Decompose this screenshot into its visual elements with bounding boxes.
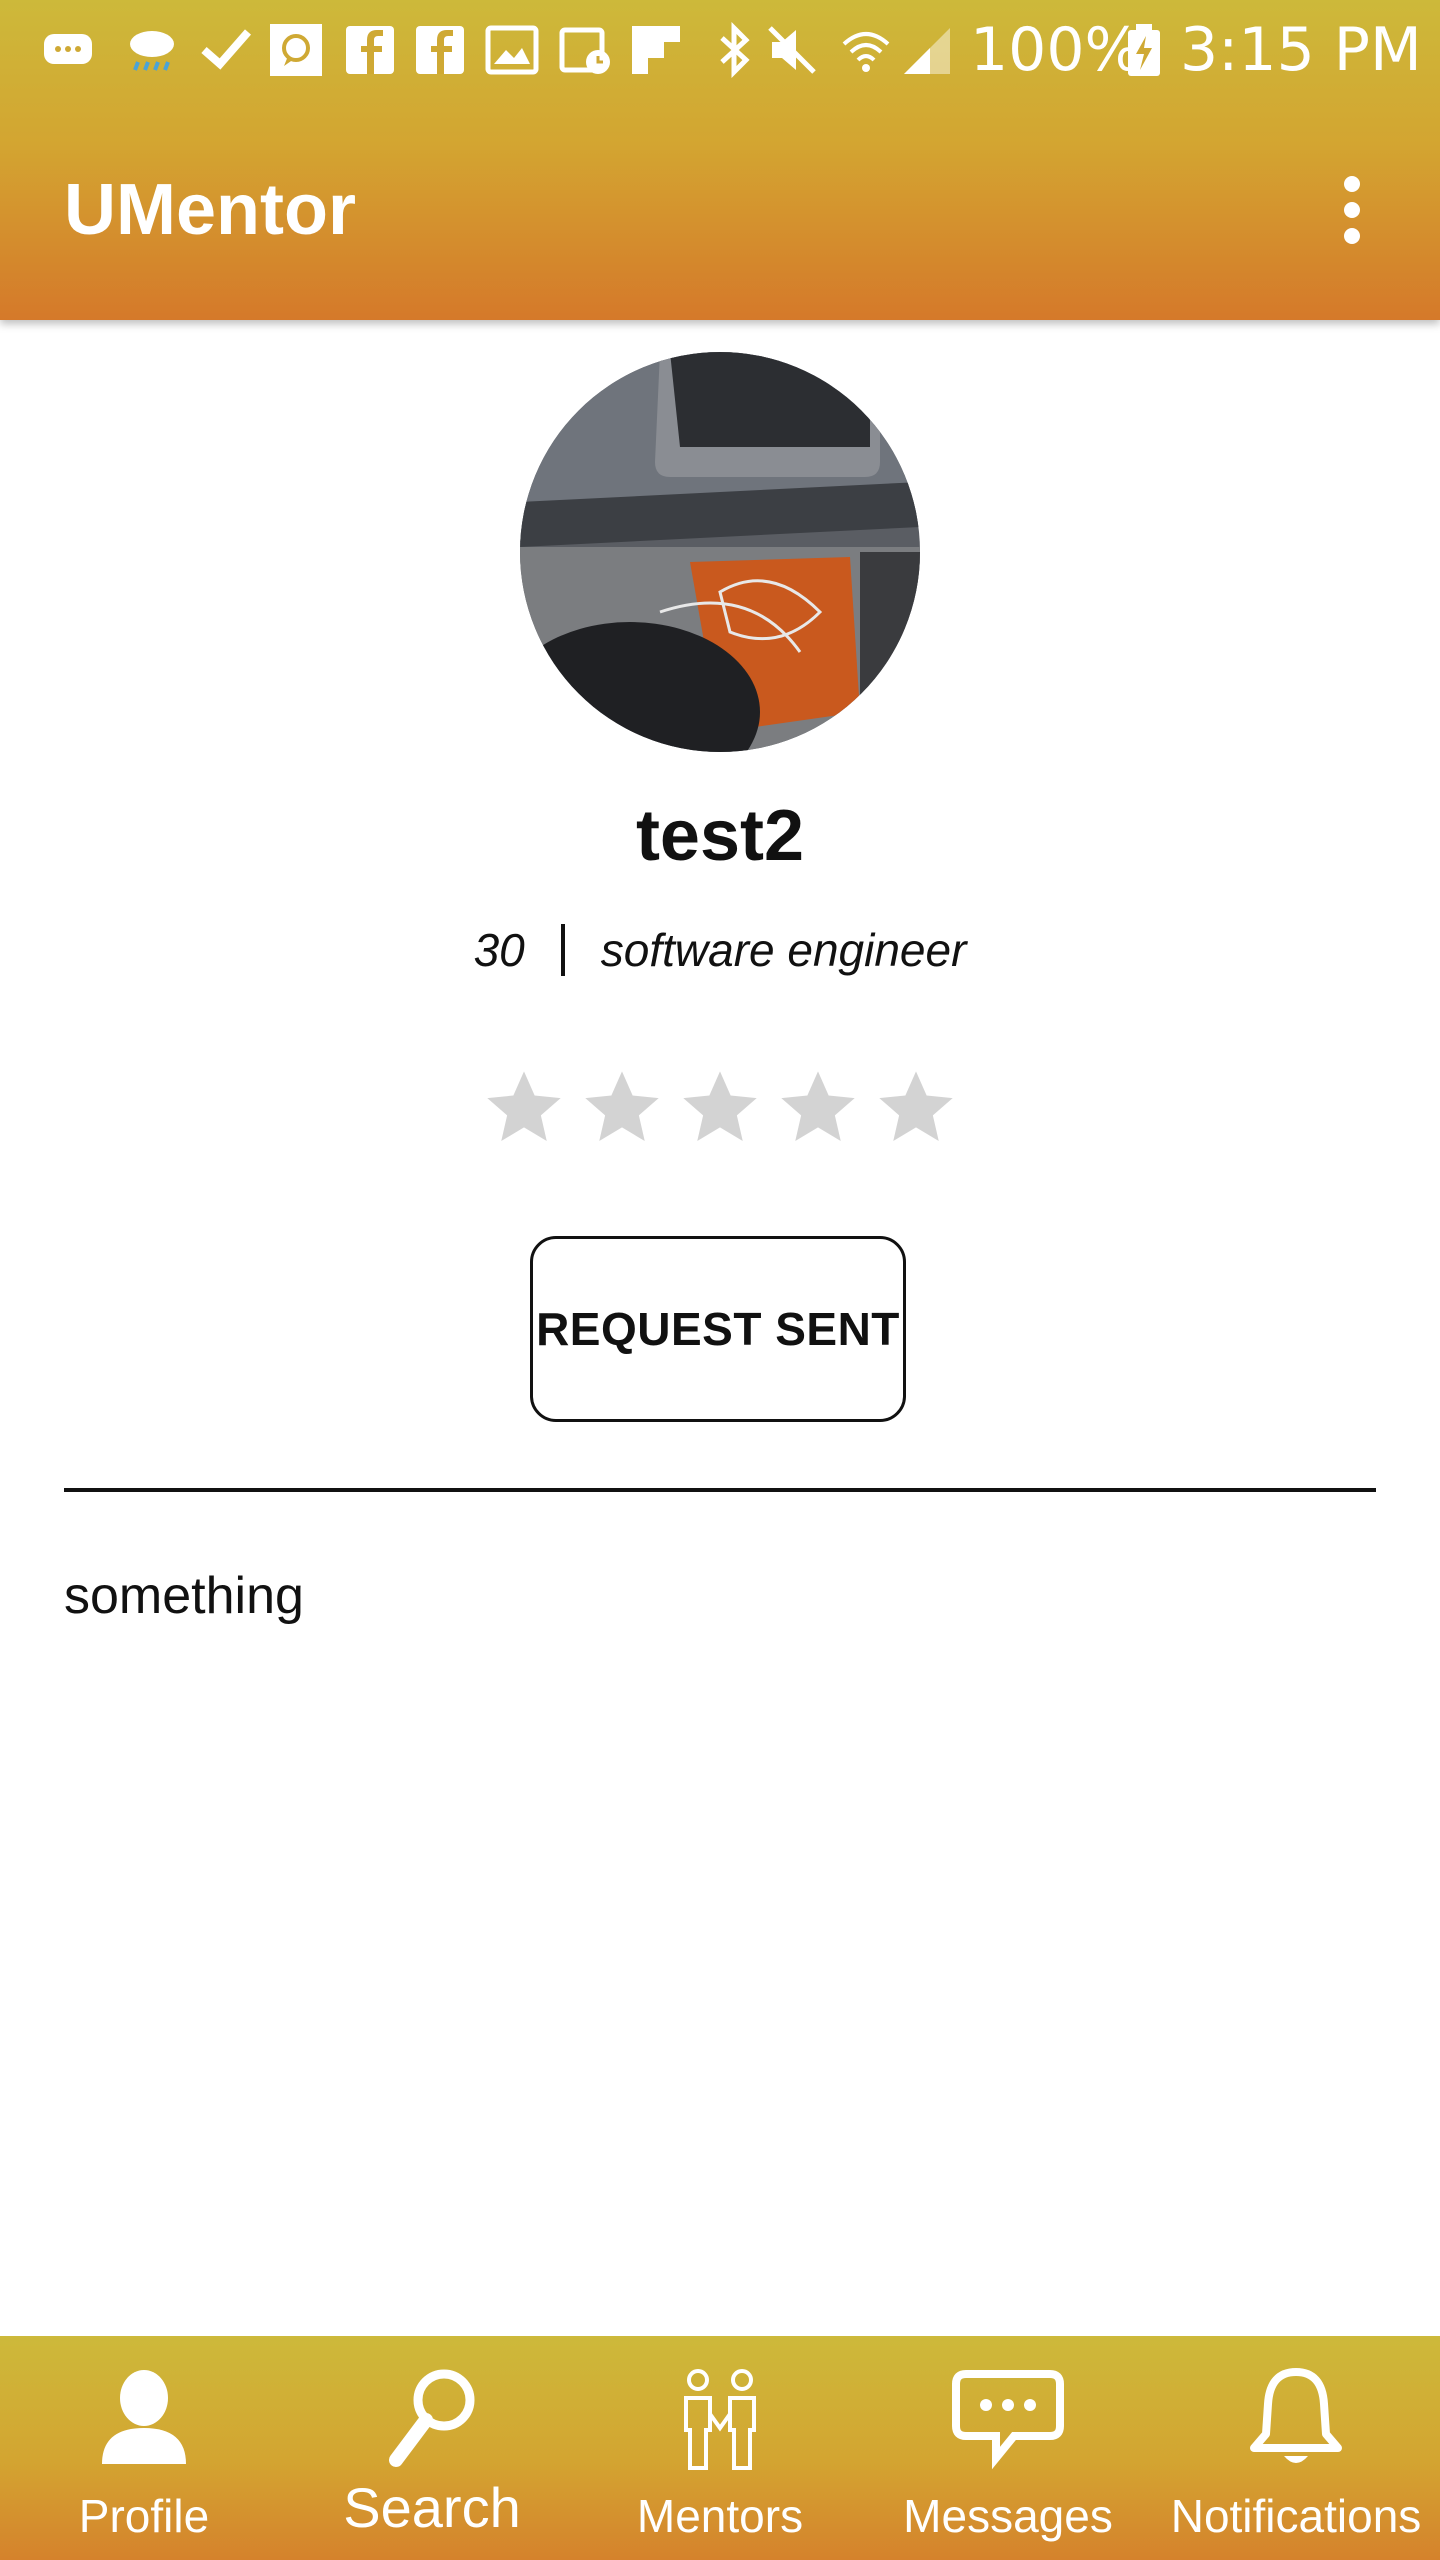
nav-label-search: Search [343, 2476, 521, 2539]
nav-item-mentors[interactable]: Mentors [576, 2336, 864, 2560]
search-icon [389, 2369, 475, 2467]
star-icon[interactable] [578, 1064, 666, 1152]
profile-screen: 100% 3:15 PM UMentor test2 30 software e… [0, 0, 1440, 2560]
image-icon [485, 25, 539, 75]
bluetooth-icon [720, 22, 750, 78]
facebook-icon [416, 26, 464, 74]
nav-item-profile[interactable]: Profile [0, 2336, 288, 2560]
flipboard-icon [632, 26, 680, 74]
star-icon[interactable] [774, 1064, 862, 1152]
clock: 3:15 PM [1180, 15, 1422, 85]
signal-icon [904, 28, 950, 74]
avatar-photo [520, 352, 920, 752]
chat-bubble-icon [270, 24, 322, 76]
nav-label-mentors: Mentors [636, 2490, 804, 2542]
profile-occupation: software engineer [600, 924, 967, 976]
mentors-icon [684, 2369, 756, 2470]
status-bar: 100% 3:15 PM [0, 0, 1440, 100]
message-bubble-icon [952, 2370, 1064, 2470]
battery-percent: 100% [970, 15, 1142, 85]
wifi-icon [842, 32, 890, 72]
person-icon [102, 2370, 186, 2464]
bottom-navigation: Profile Search Mentors Messages Notifica… [0, 2336, 1440, 2560]
profile-bio: something [64, 1567, 304, 1625]
app-title: UMentor [64, 170, 356, 250]
avatar [520, 352, 920, 752]
nav-label-messages: Messages [903, 2490, 1113, 2542]
check-icon [201, 29, 252, 70]
bell-icon [1250, 2368, 1342, 2463]
request-sent-button[interactable]: REQUEST SENT [530, 1236, 906, 1422]
star-icon[interactable] [676, 1064, 764, 1152]
rating-stars[interactable] [480, 1064, 960, 1160]
star-icon[interactable] [872, 1064, 960, 1152]
battery-charging-icon [1128, 24, 1160, 76]
profile-meta: 30 software engineer [0, 922, 1440, 978]
meta-separator [560, 924, 565, 976]
mute-icon [768, 26, 816, 74]
nav-item-messages[interactable]: Messages [864, 2336, 1152, 2560]
nav-label-notifications: Notifications [1170, 2490, 1422, 2542]
message-icon [44, 34, 92, 64]
facebook-icon [346, 26, 394, 74]
profile-name: test2 [635, 796, 805, 876]
calendar-icon [559, 27, 610, 74]
divider [64, 1488, 1376, 1492]
top-bar: 100% 3:15 PM UMentor [0, 0, 1440, 320]
more-vert-icon[interactable] [1322, 170, 1382, 250]
profile-age: 30 [473, 924, 525, 976]
nav-item-search[interactable]: Search [288, 2336, 576, 2560]
star-icon[interactable] [480, 1064, 568, 1152]
weather-rain-icon [130, 31, 174, 71]
nav-item-notifications[interactable]: Notifications [1152, 2336, 1440, 2560]
nav-label-profile: Profile [78, 2490, 210, 2542]
